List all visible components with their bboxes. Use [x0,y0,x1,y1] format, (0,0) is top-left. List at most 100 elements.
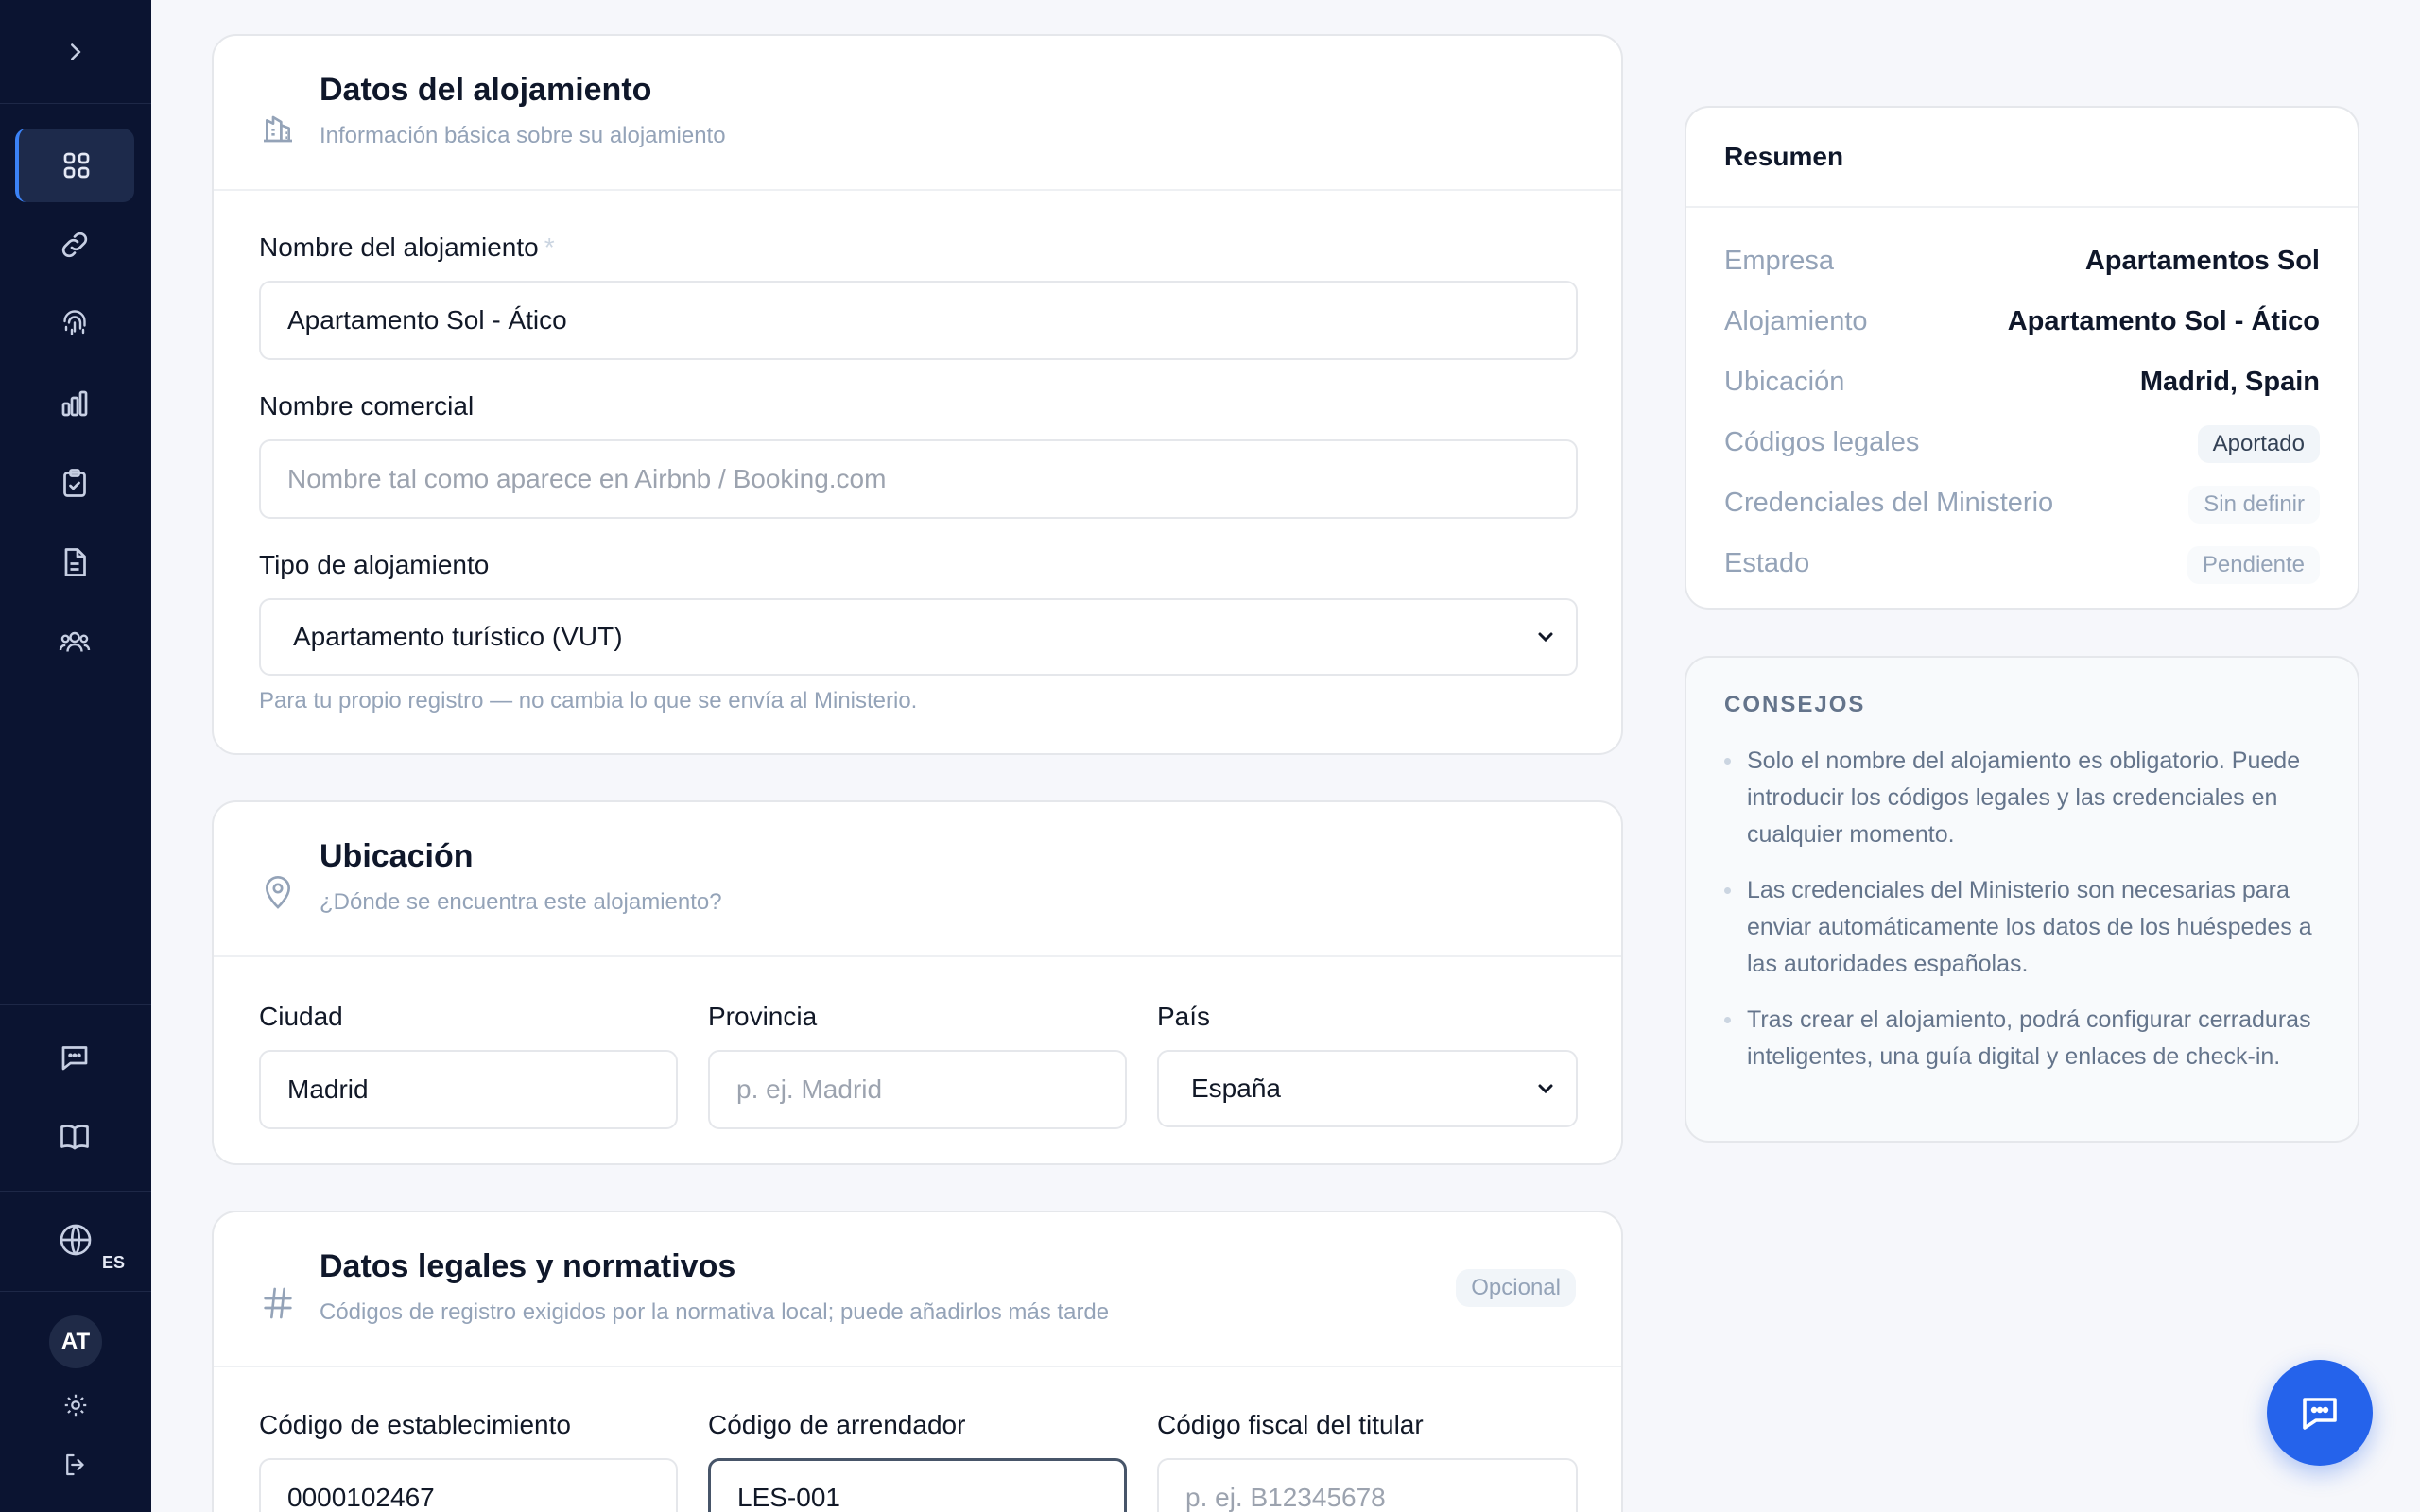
clipboard-check-icon [63,469,86,497]
sidebar-item-links[interactable] [15,208,134,282]
grid-icon [63,152,90,179]
logout-button[interactable] [60,1450,91,1480]
summary-key: Códigos legales [1724,427,1920,457]
commercial-name-input[interactable]: Nombre tal como aparece en Airbnb / Book… [259,439,1578,519]
country-value: España [1191,1074,1281,1103]
language-code: ES [102,1253,126,1272]
country-select[interactable]: España [1157,1050,1578,1127]
accommodation-name-input[interactable]: Apartamento Sol - Ático [259,281,1578,360]
tax-code-label: Código fiscal del titular [1157,1410,1424,1439]
commercial-name-label: Nombre comercial [259,391,475,421]
card-title: Datos del alojamiento [320,72,652,108]
summary-header: Resumen [1686,108,2358,208]
required-mark: * [544,232,555,262]
tips-panel: CONSEJOS Solo el nombre del alojamiento … [1685,656,2360,1143]
summary-key: Empresa [1724,246,1835,276]
card-title: Datos legales y normativos [320,1248,736,1284]
summary-value: Madrid, Spain [2139,367,2320,397]
name-label-text: Nombre del alojamiento [259,232,539,262]
landlord-code-label: Código de arrendador [708,1410,966,1439]
accommodation-type-hint: Para tu propio registro — no cambia lo q… [259,688,918,713]
settings-button[interactable] [60,1390,91,1420]
sidebar-item-guide[interactable] [15,1100,134,1174]
status-badge: Sin definir [2188,486,2320,524]
accommodation-type-select[interactable]: Apartamento turístico (VUT) [259,598,1578,676]
sidebar-item-support-chat[interactable] [15,1021,134,1094]
tip-item: Tras crear el alojamiento, podrá configu… [1724,1002,2329,1075]
sidebar-expand-button[interactable] [0,0,151,104]
chevron-down-icon [1538,1084,1553,1094]
legal-data-card: Datos legales y normativos Códigos de re… [212,1211,1623,1512]
users-icon [59,631,91,652]
sidebar-divider [0,1004,151,1005]
card-subtitle: ¿Dónde se encuentra este alojamiento? [320,889,722,915]
building-icon [264,115,292,143]
summary-row: Códigos legales Aportado [1724,421,2320,463]
summary-panel: Resumen Empresa Apartamentos Sol Alojami… [1685,106,2360,610]
province-label: Provincia [708,1002,818,1031]
sidebar-divider [0,1291,151,1292]
document-icon [64,548,86,576]
accommodation-details-card: Datos del alojamiento Información básica… [212,34,1623,755]
location-card: Ubicación ¿Dónde se encuentra este aloja… [212,800,1623,1165]
summary-row: Ubicación Madrid, Spain [1724,361,2320,403]
summary-row: Empresa Apartamentos Sol [1724,240,2320,282]
book-icon [60,1125,89,1150]
province-input[interactable]: p. ej. Madrid [708,1050,1127,1129]
logout-icon [66,1453,84,1476]
tip-item: Las credenciales del Ministerio son nece… [1724,872,2329,983]
user-avatar[interactable]: AT [49,1315,102,1368]
summary-key: Estado [1724,548,1810,578]
accommodation-type-value: Apartamento turístico (VUT) [293,622,623,651]
globe-icon [60,1224,92,1256]
summary-value: Apartamento Sol - Ático [2007,306,2320,336]
city-label: Ciudad [259,1002,343,1031]
summary-key: Alojamiento [1724,306,1868,336]
card-header: Ubicación ¿Dónde se encuentra este aloja… [214,802,1621,957]
language-switcher[interactable]: ES [0,1193,151,1287]
card-header: Datos legales y normativos Códigos de re… [214,1212,1621,1367]
summary-row: Credenciales del Ministerio Sin definir [1724,482,2320,524]
chevron-down-icon [1538,632,1553,643]
country-label: País [1157,1002,1211,1031]
status-badge: Aportado [2197,425,2320,463]
summary-value: Apartamentos Sol [2084,246,2320,276]
optional-badge: Opcional [1456,1269,1576,1307]
summary-key: Ubicación [1724,367,1845,397]
landlord-code-input[interactable]: LES-001 [708,1458,1127,1512]
summary-row: Alojamiento Apartamento Sol - Ático [1724,301,2320,342]
chevron-right-icon [71,43,81,60]
sidebar-item-fingerprint[interactable] [15,287,134,361]
card-header: Datos del alojamiento Información básica… [214,36,1621,191]
fingerprint-icon [63,310,86,335]
city-input[interactable]: Madrid [259,1050,678,1129]
status-badge: Pendiente [2187,546,2320,584]
link-icon [61,232,88,258]
summary-row: Estado Pendiente [1724,542,2320,584]
sidebar-divider [0,1191,151,1192]
name-label: Nombre del alojamiento * [259,232,555,263]
sidebar: ES AT [0,0,151,1512]
sidebar-item-documents[interactable] [15,525,134,599]
tips-title: CONSEJOS [1724,692,1866,717]
bar-chart-icon [61,390,88,417]
summary-title: Resumen [1724,142,1844,171]
card-subtitle: Información básica sobre su alojamiento [320,123,726,148]
sidebar-item-dashboard[interactable] [15,129,134,202]
card-title: Ubicación [320,838,474,874]
accommodation-type-label: Tipo de alojamiento [259,550,490,579]
sidebar-item-checklist[interactable] [15,446,134,520]
tax-code-input[interactable]: p. ej. B12345678 [1157,1458,1578,1512]
tip-item: Solo el nombre del alojamiento es obliga… [1724,743,2329,853]
chat-support-button[interactable] [2267,1360,2373,1466]
hash-icon [264,1287,292,1319]
establishment-code-input[interactable]: 0000102467 [259,1458,678,1512]
establishment-code-label: Código de establecimiento [259,1410,571,1439]
gear-icon [64,1394,87,1417]
chat-icon [61,1046,88,1071]
sidebar-item-team[interactable] [15,605,134,679]
summary-key: Credenciales del Ministerio [1724,488,2054,518]
sidebar-item-stats[interactable] [15,367,134,440]
map-pin-icon [265,876,291,909]
chat-bubble-icon [2303,1398,2337,1430]
